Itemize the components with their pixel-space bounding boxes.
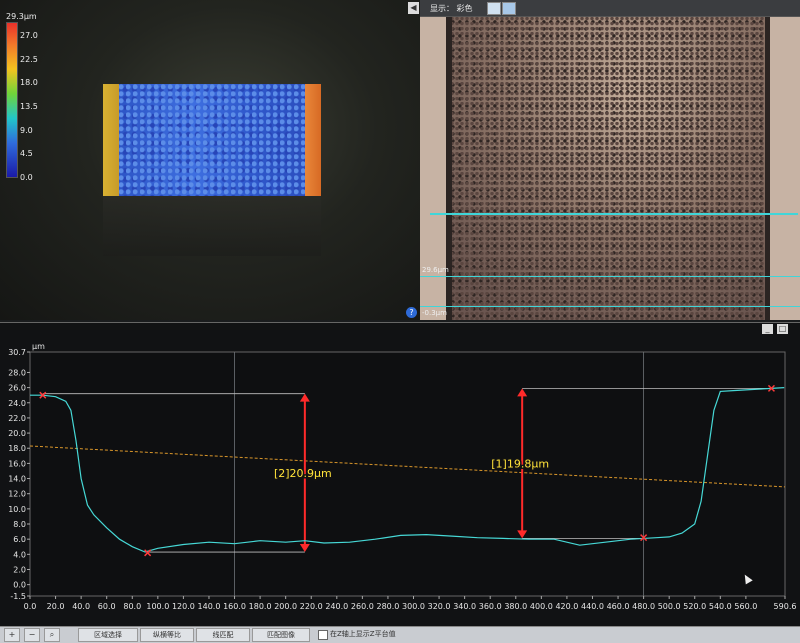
x-tick-label: 560.0 — [734, 602, 757, 611]
y-tick-label: 12.0 — [8, 490, 26, 499]
x-tick-label: 280.0 — [376, 602, 399, 611]
x-tick-label: 180.0 — [249, 602, 272, 611]
colorbar-max-label: 29.3μm — [6, 12, 37, 21]
minimize-icon[interactable]: _ — [762, 324, 773, 334]
specimen-right-edge — [305, 84, 321, 196]
x-tick-label: 400.0 — [530, 602, 553, 611]
x-tick-label: 60.0 — [98, 602, 116, 611]
y-tick-label: 10.0 — [8, 505, 26, 514]
zoom-out-button[interactable]: − — [24, 628, 40, 642]
height-colorbar — [6, 22, 18, 178]
y-tick-label: 8.0 — [13, 520, 26, 529]
help-icon[interactable]: ? — [406, 307, 417, 318]
image-left-groove — [446, 17, 452, 320]
mini-profile-bottom-label: -0.3μm — [422, 309, 447, 317]
mini-profile-bottom-line — [420, 306, 800, 307]
y-tick-label: 16.0 — [8, 459, 26, 468]
colorbar-tick-label: 0.0 — [20, 173, 33, 182]
show-z-plane-checkbox[interactable] — [318, 630, 328, 640]
y-tick-label: 2.0 — [13, 565, 26, 574]
camera-icon[interactable] — [502, 2, 516, 15]
x-tick-label: 40.0 — [72, 602, 90, 611]
x-tick-label: 140.0 — [198, 602, 221, 611]
x-tick-label: 500.0 — [658, 602, 681, 611]
match-image-button[interactable]: 匹配图像 — [252, 628, 310, 642]
y-tick-label: 14.0 — [8, 475, 26, 484]
image-right-margin — [770, 17, 800, 320]
x-tick-label: 340.0 — [453, 602, 476, 611]
y-tick-label: 20.0 — [8, 429, 26, 438]
y-tick-label: 26.0 — [8, 384, 26, 393]
optical-image-view[interactable] — [420, 17, 800, 320]
aspect-equal-button[interactable]: 纵横等比 — [140, 628, 194, 642]
x-tick-label: 590.6 — [774, 602, 797, 611]
mini-profile-top-line — [420, 276, 800, 277]
zoom-fit-button[interactable]: ⌕ — [44, 628, 60, 642]
measurement-label: [2]20.9μm — [274, 467, 332, 480]
specimen-3d-render — [103, 84, 321, 196]
image-left-margin — [420, 17, 448, 320]
y-tick-label: 18.0 — [8, 444, 26, 453]
line-match-button[interactable]: 线匹配 — [196, 628, 250, 642]
x-tick-label: 220.0 — [300, 602, 323, 611]
mini-profile-top-label: 29.6μm — [422, 266, 449, 274]
specimen-left-edge — [103, 84, 119, 196]
image-mode-icon[interactable] — [487, 2, 501, 15]
y-tick-label: 22.0 — [8, 414, 26, 423]
x-tick-label: 320.0 — [428, 602, 451, 611]
x-tick-label: 480.0 — [632, 602, 655, 611]
maximize-icon[interactable]: □ — [777, 324, 788, 334]
x-tick-label: 260.0 — [351, 602, 374, 611]
specimen-shadow — [103, 196, 321, 256]
x-tick-label: 360.0 — [479, 602, 502, 611]
colorbar-tick-label: 13.5 — [20, 102, 38, 111]
x-tick-label: 20.0 — [47, 602, 65, 611]
y-tick-label: 30.7 — [8, 348, 26, 357]
measurement-label: [1]19.8μm — [491, 457, 549, 470]
region-select-button[interactable]: 区域选择 — [78, 628, 138, 642]
x-tick-label: 240.0 — [325, 602, 348, 611]
profile-scan-line[interactable] — [430, 213, 798, 215]
show-z-plane-label: 在Z轴上显示Z平台值 — [330, 630, 396, 638]
x-tick-label: 520.0 — [683, 602, 706, 611]
x-tick-label: 160.0 — [223, 602, 246, 611]
y-axis-label: μm — [32, 342, 45, 351]
colorbar-tick-label: 9.0 — [20, 125, 33, 135]
y-tick-label: 6.0 — [13, 535, 26, 544]
y-tick-label: 0.0 — [13, 581, 26, 590]
x-tick-label: 440.0 — [581, 602, 604, 611]
specimen-surface — [119, 84, 305, 196]
profile-chart[interactable]: 30.7 28.0 26.0 24.0 22.0 20.0 18.0 16.0 14.0 12.0… — [0, 338, 800, 626]
colorbar-tick-label: 27.0 — [20, 31, 38, 40]
y-tick-label: 4.0 — [13, 550, 26, 559]
x-tick-label: 540.0 — [709, 602, 732, 611]
y-tick-label: 28.0 — [8, 368, 26, 377]
x-tick-label: 460.0 — [607, 602, 630, 611]
image-toolbar — [420, 0, 800, 17]
y-tick-label: -1.5 — [10, 592, 26, 601]
x-tick-label: 420.0 — [555, 602, 578, 611]
collapse-left-icon[interactable]: ◀ — [408, 2, 419, 14]
x-tick-label: 380.0 — [504, 602, 527, 611]
x-tick-label: 200.0 — [274, 602, 297, 611]
x-tick-label: 0.0 — [24, 602, 37, 611]
colorbar-tick-label: 4.5 — [20, 149, 33, 159]
x-tick-label: 120.0 — [172, 602, 195, 611]
display-mode-label: 显示： 彩色 — [430, 4, 473, 13]
y-tick-label: 24.0 — [8, 399, 26, 408]
colorbar-tick-label: 18.0 — [20, 78, 38, 88]
zoom-in-button[interactable]: + — [4, 628, 20, 642]
colorbar-tick-label: 22.5 — [20, 54, 38, 64]
x-tick-label: 80.0 — [123, 602, 141, 611]
x-tick-label: 100.0 — [146, 602, 169, 611]
x-tick-label: 300.0 — [402, 602, 425, 611]
